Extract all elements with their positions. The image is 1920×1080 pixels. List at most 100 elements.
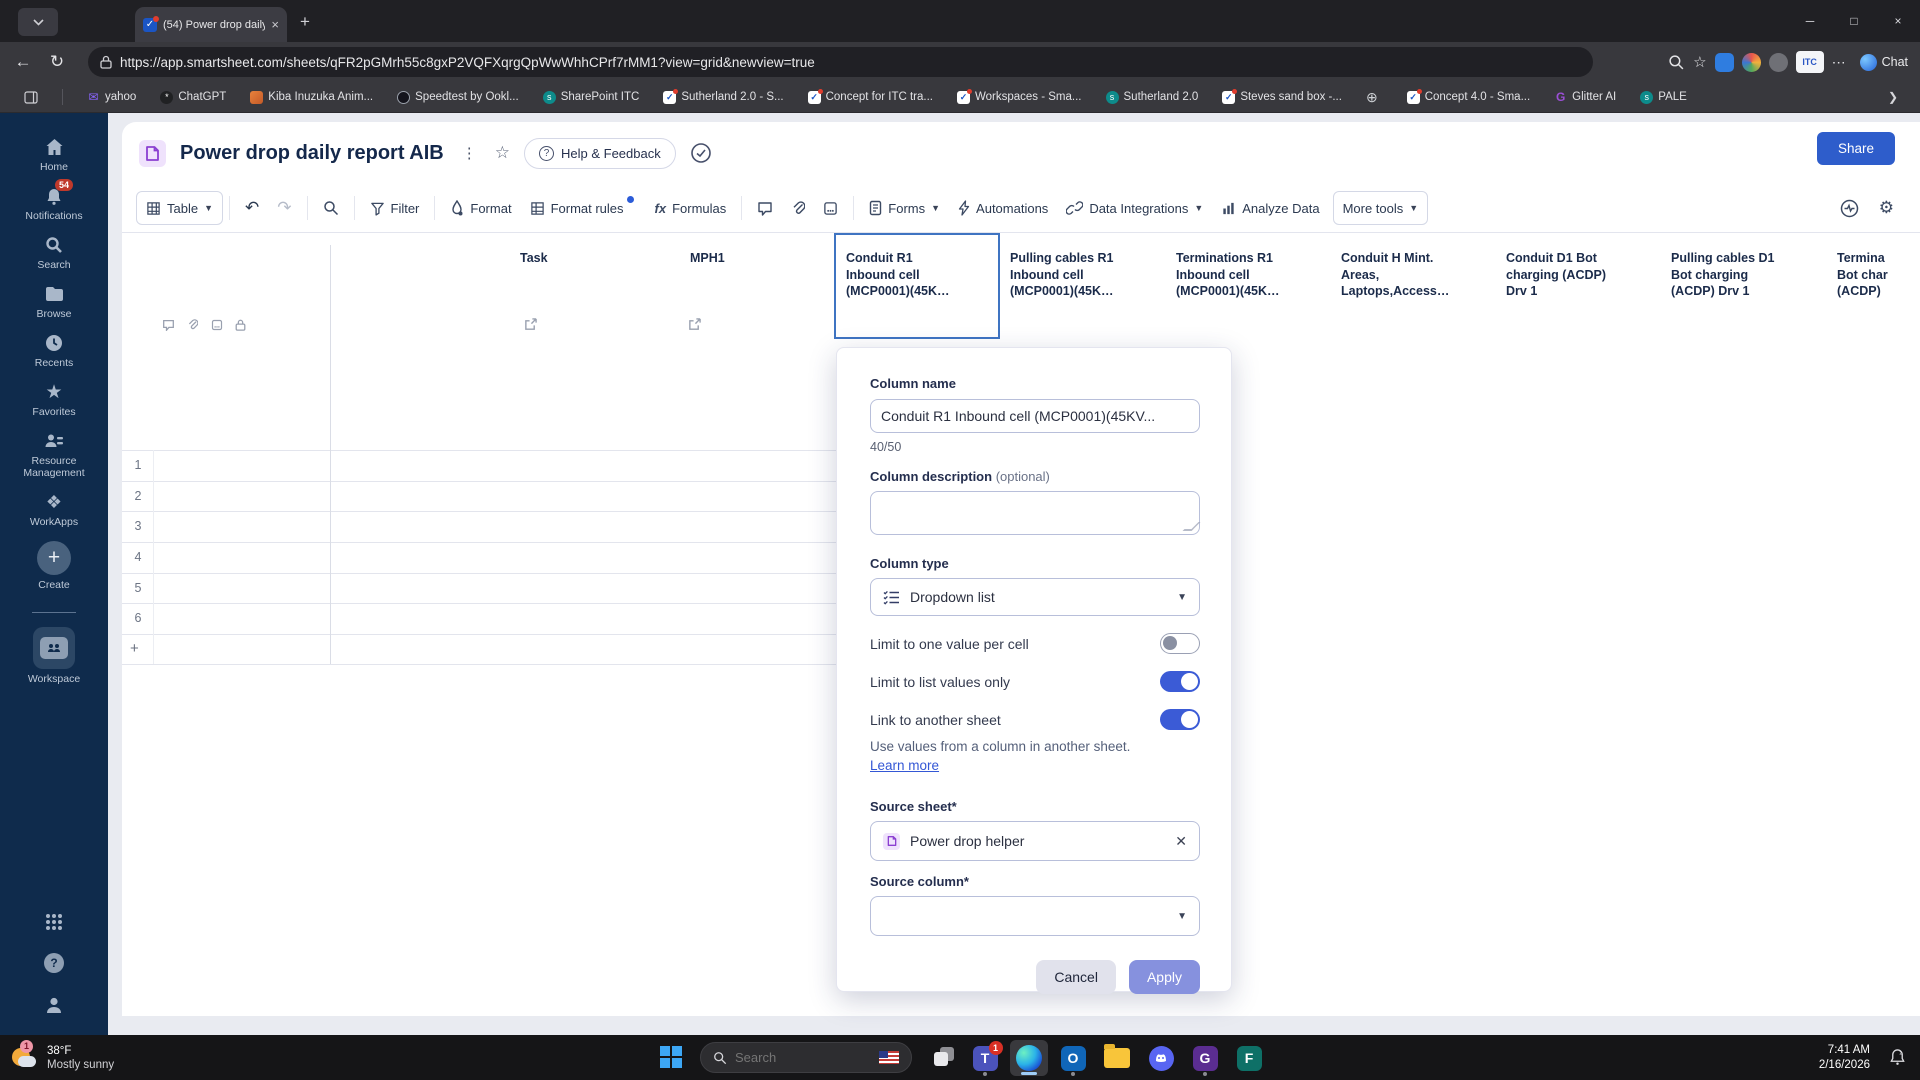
sidebar-item-notifications[interactable]: 54 Notifications — [0, 179, 108, 222]
column-description-input[interactable] — [870, 491, 1201, 535]
favorites-star-icon[interactable]: ☆ — [1693, 53, 1706, 71]
proof-column-icon[interactable] — [211, 318, 223, 336]
taskbar-search-input[interactable] — [735, 1050, 845, 1065]
browser-tab[interactable]: ✓ (54) Power drop daily report AIB × — [135, 7, 287, 42]
weather-widget[interactable]: 1 38°F Mostly sunny — [0, 1039, 114, 1072]
analyze-data-button[interactable]: Analyze Data — [1212, 201, 1328, 216]
tab-close-icon[interactable]: × — [271, 17, 279, 32]
chat-button[interactable]: Chat — [1854, 53, 1914, 71]
row-number[interactable]: 6 — [122, 611, 154, 625]
close-button[interactable]: × — [1876, 0, 1920, 42]
add-row-button[interactable]: + — [130, 640, 139, 657]
row-number[interactable]: 4 — [122, 550, 154, 564]
favorite-star-icon[interactable]: ☆ — [495, 143, 510, 163]
column-header-terminations-r1[interactable]: Terminations R1 Inbound cell (MCP0001)(45K… — [1176, 250, 1334, 300]
resize-handle[interactable] — [1182, 522, 1201, 531]
sidebar-item-create[interactable]: + Create — [0, 541, 108, 591]
comment-column-icon[interactable] — [162, 318, 175, 336]
apps-grid-icon[interactable] — [45, 913, 63, 931]
share-button[interactable]: Share — [1817, 132, 1895, 165]
bookmark-speedtest[interactable]: Speedtest by Ookl... — [397, 90, 519, 104]
source-sheet-input[interactable]: Power drop helper ✕ — [870, 821, 1200, 861]
sidebar-item-browse[interactable]: Browse — [0, 284, 108, 320]
minimize-button[interactable]: ─ — [1788, 0, 1832, 42]
row-number[interactable]: 5 — [122, 581, 154, 595]
bookmark-pale[interactable]: s PALE — [1640, 90, 1687, 104]
search-button[interactable] — [314, 200, 348, 216]
format-button[interactable]: Format — [441, 200, 520, 216]
column-header-conduit-h[interactable]: Conduit H Mint. Areas, Laptops,Access… — [1341, 250, 1499, 300]
source-column-select[interactable]: ▼ — [870, 896, 1200, 936]
extension-icon[interactable] — [1768, 52, 1788, 72]
browser-menu-icon[interactable]: ⋯ — [1832, 54, 1846, 71]
sidebar-item-home[interactable]: Home — [0, 137, 108, 173]
sidebar-item-resource-management[interactable]: Resource Management — [0, 431, 108, 479]
link-another-sheet-toggle[interactable] — [1160, 709, 1200, 730]
column-header-task[interactable]: Task — [520, 250, 678, 267]
bookmark-sharepoint[interactable]: s SharePoint ITC — [542, 90, 639, 104]
column-header-conduit-d1[interactable]: Conduit D1 Bot charging (ACDP) Drv 1 — [1506, 250, 1664, 300]
sidebar-item-favorites[interactable]: ★ Favorites — [0, 382, 108, 419]
tab-list-button[interactable] — [18, 8, 58, 36]
taskbar-app-teams[interactable]: T1 — [966, 1040, 1004, 1076]
format-rules-button[interactable]: Format rules — [521, 195, 646, 216]
taskbar-app-discord[interactable] — [1142, 1040, 1180, 1076]
sidebar-item-recents[interactable]: Recents — [0, 333, 108, 369]
new-tab-button[interactable]: + — [300, 12, 310, 32]
side-panel-icon[interactable] — [24, 90, 38, 104]
notification-bell-icon[interactable]: z — [1889, 1048, 1906, 1071]
bookmark-kiba[interactable]: Kiba Inuzuka Anim... — [250, 90, 373, 104]
refresh-button[interactable]: ↻ — [40, 52, 74, 72]
taskbar-app-explorer[interactable] — [1098, 1040, 1136, 1076]
bookmark-concept4[interactable]: ✓ Concept 4.0 - Sma... — [1406, 88, 1530, 104]
row-number[interactable]: 3 — [122, 519, 154, 533]
bookmark-steves-sandbox[interactable]: ✓ Steves sand box -... — [1222, 88, 1342, 104]
filter-button[interactable]: Filter — [361, 201, 429, 216]
column-header-mph1[interactable]: MPH1 — [690, 250, 848, 267]
view-selector[interactable]: Table ▼ — [136, 191, 223, 225]
taskbar-search[interactable] — [700, 1042, 912, 1073]
settings-gear-icon[interactable]: ⚙ — [1879, 198, 1894, 218]
start-button[interactable] — [660, 1046, 682, 1068]
comments-button[interactable] — [748, 201, 782, 216]
task-view-button[interactable] — [934, 1047, 956, 1067]
bookmark-sutherland2[interactable]: s Sutherland 2.0 — [1105, 90, 1198, 104]
column-name-input[interactable] — [870, 399, 1200, 433]
extension-icon[interactable] — [1741, 52, 1761, 72]
column-header-conduit-r1[interactable]: Conduit R1 Inbound cell (MCP0001)(45K… — [846, 250, 1004, 300]
learn-more-link[interactable]: Learn more — [870, 758, 939, 773]
more-tools-button[interactable]: More tools ▼ — [1332, 191, 1429, 225]
bookmark-globe[interactable]: ⊕ — [1366, 89, 1383, 106]
undo-button[interactable]: ↶ — [236, 198, 268, 218]
bookmark-workspaces[interactable]: ✓ Workspaces - Sma... — [956, 88, 1082, 104]
limit-list-values-toggle[interactable] — [1160, 671, 1200, 692]
profile-icon[interactable]: ITC — [1795, 51, 1824, 73]
account-icon[interactable] — [44, 995, 64, 1015]
data-integrations-button[interactable]: Data Integrations ▼ — [1057, 201, 1212, 216]
sidebar-item-workspace[interactable]: Workspace — [0, 627, 108, 685]
column-header-pulling-d1[interactable]: Pulling cables D1 Bot charging (ACDP) Drv … — [1671, 250, 1829, 300]
redo-button[interactable]: ↷ — [268, 198, 300, 218]
taskbar-app-edge[interactable] — [1010, 1040, 1048, 1076]
bookmark-sutherland2-s[interactable]: ✓ Sutherland 2.0 - S... — [663, 88, 784, 104]
sidebar-item-search[interactable]: Search — [0, 235, 108, 271]
zoom-icon[interactable] — [1668, 54, 1685, 71]
bookmark-chatgpt[interactable]: * ChatGPT — [160, 90, 226, 104]
column-header-terminations-d1[interactable]: Termina Bot char (ACDP) — [1837, 250, 1920, 300]
activity-log-icon[interactable] — [1840, 199, 1859, 218]
column-header-pulling-r1[interactable]: Pulling cables R1 Inbound cell (MCP0001)(4… — [1010, 250, 1168, 300]
attachments-button[interactable] — [782, 200, 814, 216]
formulas-button[interactable]: fx Formulas — [646, 201, 736, 216]
bookmark-yahoo[interactable]: ✉ yahoo — [87, 90, 136, 104]
help-feedback-button[interactable]: ? Help & Feedback — [524, 137, 676, 169]
sidebar-item-workapps[interactable]: ❖ WorkApps — [0, 492, 108, 529]
taskbar-app-glitter[interactable]: G — [1186, 1040, 1224, 1076]
forms-button[interactable]: Forms ▼ — [860, 200, 949, 216]
row-number[interactable]: 2 — [122, 489, 154, 503]
taskbar-clock[interactable]: 7:41 AM 2/16/2026 — [1819, 1043, 1870, 1072]
automations-button[interactable]: Automations — [949, 200, 1057, 216]
extension-icon[interactable] — [1714, 52, 1734, 72]
help-icon[interactable]: ? — [44, 953, 64, 973]
proofs-button[interactable] — [814, 201, 847, 216]
row-number[interactable]: 1 — [122, 458, 154, 472]
